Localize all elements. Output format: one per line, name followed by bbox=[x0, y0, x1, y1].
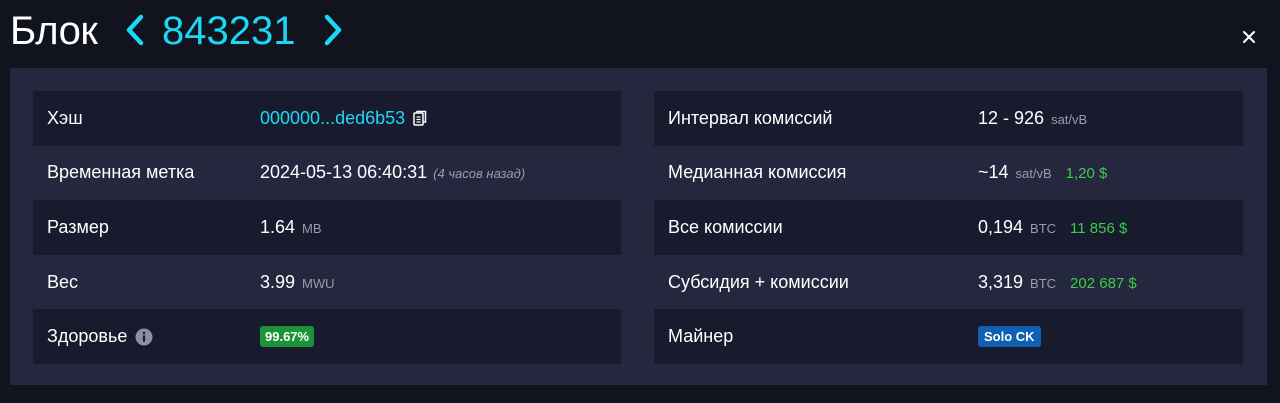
median-fee-label: Медианная комиссия bbox=[668, 162, 847, 183]
block-height: 843231 bbox=[162, 9, 296, 53]
total-fees-unit: BTC bbox=[1030, 220, 1057, 236]
close-icon bbox=[1243, 31, 1255, 43]
median-fee-value-container: ~14 sat/vB 1,20 $ bbox=[978, 162, 1107, 183]
size-value: 1.64 bbox=[260, 216, 296, 237]
table-row-weight: Вес 3.99 MWU bbox=[33, 255, 621, 310]
copy-icon[interactable] bbox=[413, 110, 427, 127]
fee-span-label: Интервал комиссий bbox=[668, 107, 833, 128]
subsidy-fees-label: Субсидия + комиссии bbox=[668, 271, 849, 292]
health-label-container: Здоровье bbox=[47, 326, 153, 347]
table-row-fee-span: Интервал комиссий 12 - 926 sat/vB bbox=[654, 91, 1243, 146]
miner-value-container: Solo CK bbox=[978, 326, 1041, 348]
weight-label: Вес bbox=[47, 271, 79, 292]
health-badge: 99.67% bbox=[260, 326, 315, 348]
chevron-left-icon bbox=[126, 14, 144, 46]
total-fees-usd: 11 856 $ bbox=[1070, 219, 1128, 237]
median-fee-unit: sat/vB bbox=[1015, 166, 1052, 182]
table-row-health: Здоровье 99.67% bbox=[33, 309, 621, 364]
page-header: Блок 843231 bbox=[0, 0, 1280, 68]
info-icon[interactable] bbox=[135, 328, 153, 346]
block-details-right-table: Интервал комиссий 12 - 926 sat/vB Медиан… bbox=[654, 91, 1243, 364]
table-row-median-fee: Медианная комиссия ~14 sat/vB 1,20 $ bbox=[654, 146, 1243, 201]
table-row-miner: Майнер Solo CK bbox=[654, 309, 1243, 364]
fee-span-value-container: 12 - 926 sat/vB bbox=[978, 108, 1087, 129]
hash-link[interactable]: 000000...ded6b53 bbox=[260, 108, 405, 129]
size-value-container: 1.64 MB bbox=[260, 217, 322, 238]
close-button[interactable] bbox=[1240, 28, 1258, 46]
subsidy-fees-usd: 202 687 $ bbox=[1070, 274, 1137, 292]
table-row-subsidy-fees: Субсидия + комиссии 3,319 BTC 202 687 $ bbox=[654, 255, 1243, 310]
subsidy-fees-value-container: 3,319 BTC 202 687 $ bbox=[978, 272, 1137, 293]
miner-label: Майнер bbox=[668, 326, 734, 347]
hash-label: Хэш bbox=[47, 107, 83, 128]
median-fee-value: ~14 bbox=[978, 162, 1009, 183]
block-details-left-table: Хэш 000000...ded6b53 Временная метка 202… bbox=[33, 91, 621, 364]
subsidy-fees-value: 3,319 bbox=[978, 271, 1024, 292]
timestamp-value: 2024-05-13 06:40:31 bbox=[260, 162, 428, 183]
weight-unit: MWU bbox=[302, 275, 335, 291]
miner-badge[interactable]: Solo CK bbox=[978, 326, 1041, 348]
median-fee-usd: 1,20 $ bbox=[1065, 165, 1108, 183]
table-row-total-fees: Все комиссии 0,194 BTC 11 856 $ bbox=[654, 200, 1243, 255]
hash-value-container: 000000...ded6b53 bbox=[260, 108, 427, 129]
size-label: Размер bbox=[47, 216, 109, 237]
timestamp-value-container: 2024-05-13 06:40:31 (4 часов назад) bbox=[260, 162, 525, 183]
total-fees-value: 0,194 bbox=[978, 216, 1024, 237]
total-fees-value-container: 0,194 BTC 11 856 $ bbox=[978, 217, 1127, 238]
block-details-panel: Хэш 000000...ded6b53 Временная метка 202… bbox=[10, 68, 1267, 385]
page-title: Блок bbox=[10, 9, 98, 53]
weight-value-container: 3.99 MWU bbox=[260, 272, 335, 293]
weight-value: 3.99 bbox=[260, 271, 296, 292]
table-row-size: Размер 1.64 MB bbox=[33, 200, 621, 255]
subsidy-fees-unit: BTC bbox=[1030, 275, 1057, 291]
size-unit: MB bbox=[302, 220, 322, 236]
health-label: Здоровье bbox=[47, 326, 128, 347]
table-row-timestamp: Временная метка 2024-05-13 06:40:31 (4 ч… bbox=[33, 146, 621, 201]
fee-span-unit: sat/vB bbox=[1051, 111, 1088, 127]
next-block-button[interactable] bbox=[322, 12, 344, 48]
fee-span-value: 12 - 926 bbox=[978, 107, 1045, 128]
total-fees-label: Все комиссии bbox=[668, 216, 783, 237]
previous-block-button[interactable] bbox=[124, 12, 146, 48]
table-row-hash: Хэш 000000...ded6b53 bbox=[33, 91, 621, 146]
health-value-container: 99.67% bbox=[260, 326, 315, 348]
timestamp-label: Временная метка bbox=[47, 162, 195, 183]
timestamp-relative: (4 часов назад) bbox=[433, 166, 526, 182]
chevron-right-icon bbox=[324, 14, 342, 46]
